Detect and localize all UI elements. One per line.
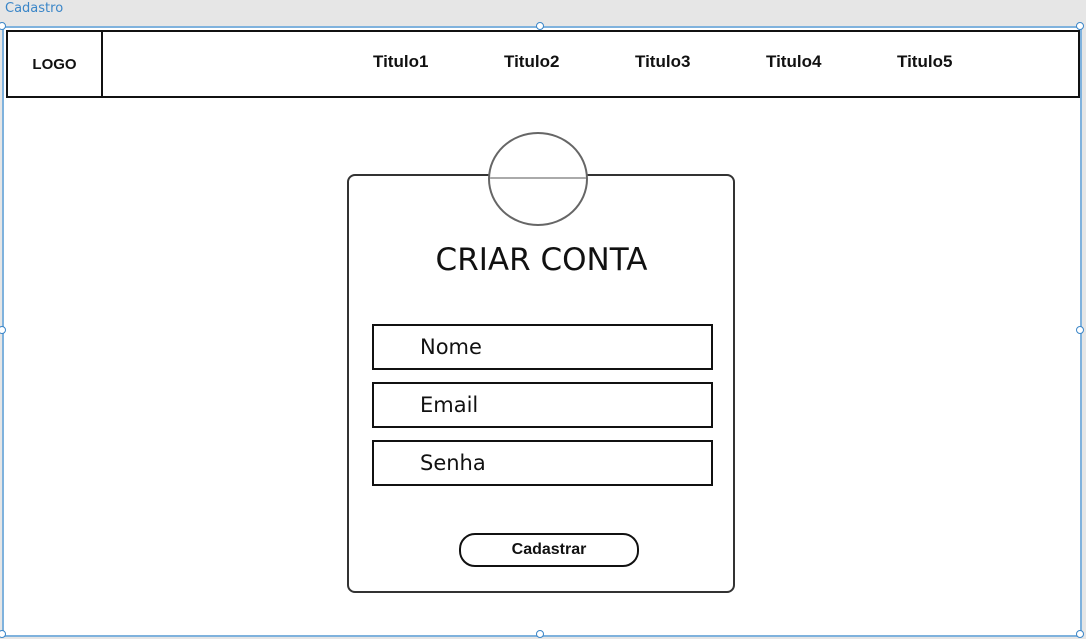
top-navbar: LOGO Titulo1 Titulo2 Titulo3 Titulo4 Tit…: [6, 30, 1080, 98]
artboard-frame: LOGO Titulo1 Titulo2 Titulo3 Titulo4 Tit…: [2, 26, 1082, 637]
nav-item-titulo3[interactable]: Titulo3: [635, 52, 690, 72]
nav-item-titulo5[interactable]: Titulo5: [897, 52, 952, 72]
form-title: CRIAR CONTA: [435, 242, 648, 278]
nav-item-titulo1[interactable]: Titulo1: [373, 52, 428, 72]
resize-handle-top-right[interactable]: [1076, 22, 1084, 30]
password-input[interactable]: [374, 442, 711, 484]
password-field[interactable]: [372, 440, 713, 486]
avatar: [488, 132, 588, 226]
name-field[interactable]: [372, 324, 713, 370]
submit-button[interactable]: Cadastrar: [459, 533, 639, 567]
nav-item-titulo4[interactable]: Titulo4: [766, 52, 821, 72]
avatar-divider: [490, 177, 586, 179]
frame-label: Cadastro: [5, 1, 64, 16]
resize-handle-bottom[interactable]: [536, 630, 544, 638]
nav-item-titulo2[interactable]: Titulo2: [504, 52, 559, 72]
email-input[interactable]: [374, 384, 711, 426]
name-input[interactable]: [374, 326, 711, 368]
email-field[interactable]: [372, 382, 713, 428]
resize-handle-right[interactable]: [1076, 326, 1084, 334]
resize-handle-top[interactable]: [536, 22, 544, 30]
logo[interactable]: LOGO: [8, 32, 103, 96]
resize-handle-bottom-right[interactable]: [1076, 630, 1084, 638]
